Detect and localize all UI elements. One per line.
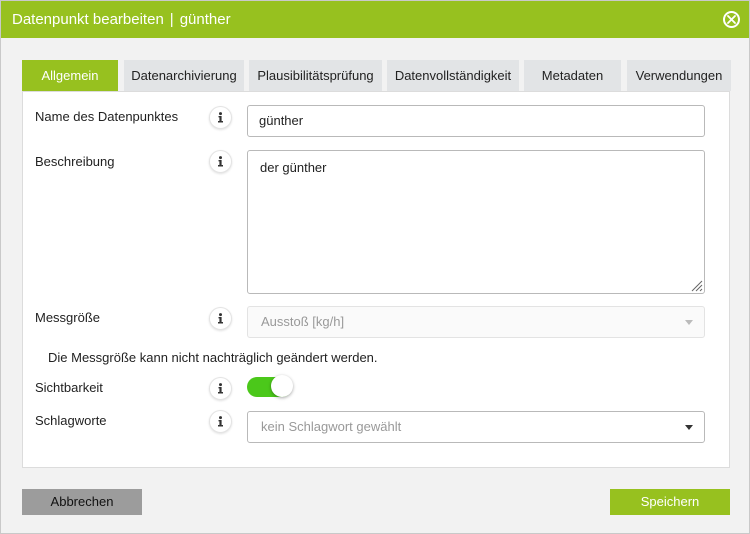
description-text: der günther	[260, 160, 327, 175]
tab-datenvollstaendigkeit[interactable]: Datenvollständigkeit	[387, 60, 519, 91]
measure-value: Ausstoß [kg/h]	[261, 314, 345, 329]
tab-datenarchivierung[interactable]: Datenarchivierung	[124, 60, 244, 91]
visibility-label: Sichtbarkeit	[35, 380, 103, 395]
info-icon[interactable]	[209, 377, 232, 400]
keywords-label: Schlagworte	[35, 413, 107, 428]
caret-down-icon	[685, 425, 693, 430]
keywords-placeholder: kein Schlagwort gewählt	[261, 419, 402, 434]
caret-down-icon	[685, 320, 693, 325]
dialog-title: Datenpunkt bearbeiten | günther	[12, 11, 231, 28]
dialog-subtitle: günther	[179, 11, 231, 28]
dialog-title-text: Datenpunkt bearbeiten	[12, 11, 164, 28]
title-separator: |	[169, 11, 174, 28]
description-textarea[interactable]: der günther	[247, 150, 705, 294]
description-label: Beschreibung	[35, 154, 115, 169]
measure-note: Die Messgröße kann nicht nachträglich ge…	[48, 350, 378, 365]
edit-datapoint-dialog: Datenpunkt bearbeiten | günther Allgemein …	[0, 0, 750, 534]
info-icon[interactable]	[209, 150, 232, 173]
resize-handle-icon[interactable]	[689, 278, 703, 292]
info-icon[interactable]	[209, 307, 232, 330]
cancel-button[interactable]: Abbrechen	[22, 489, 142, 515]
tab-plausibilitaetspruefung[interactable]: Plausibilitätsprüfung	[249, 60, 382, 91]
save-button[interactable]: Speichern	[610, 489, 730, 515]
info-icon[interactable]	[209, 106, 232, 129]
info-icon[interactable]	[209, 410, 232, 433]
tab-allgemein[interactable]: Allgemein	[22, 60, 118, 91]
keywords-select[interactable]: kein Schlagwort gewählt	[247, 411, 705, 443]
close-icon[interactable]	[723, 11, 740, 28]
tab-verwendungen[interactable]: Verwendungen	[627, 60, 731, 91]
toggle-knob	[271, 375, 293, 397]
dialog-titlebar: Datenpunkt bearbeiten | günther	[1, 1, 749, 38]
general-tab-panel: Name des Datenpunktes günther Beschreibu…	[22, 91, 730, 468]
measure-label: Messgröße	[35, 310, 101, 325]
tab-metadaten[interactable]: Metadaten	[524, 60, 621, 91]
name-input[interactable]: günther	[247, 105, 705, 137]
measure-select: Ausstoß [kg/h]	[247, 306, 705, 338]
name-label: Name des Datenpunktes	[35, 109, 179, 124]
visibility-toggle[interactable]	[247, 375, 293, 397]
